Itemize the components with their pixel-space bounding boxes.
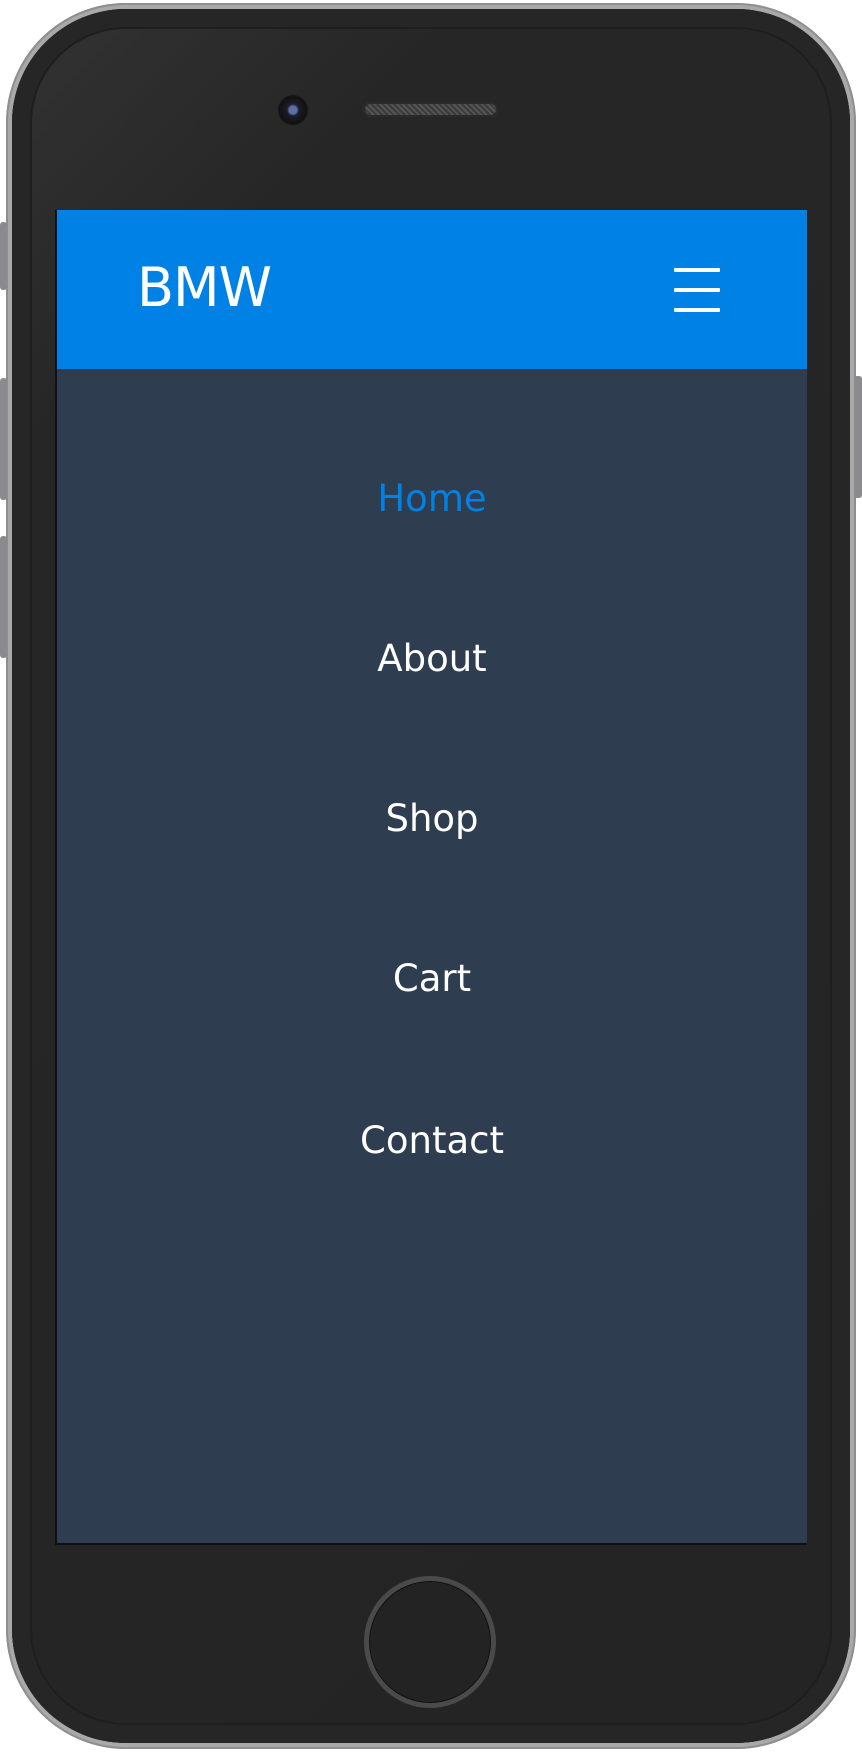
menu-item-cart[interactable]: Cart bbox=[57, 939, 807, 1019]
hamburger-icon[interactable] bbox=[674, 268, 720, 312]
brand-logo[interactable]: BMW bbox=[137, 253, 272, 323]
volume-down-button bbox=[0, 536, 7, 658]
hamburger-bar bbox=[674, 288, 720, 292]
speaker-grille-icon bbox=[363, 102, 498, 117]
hamburger-bar bbox=[674, 308, 720, 312]
front-camera-icon bbox=[278, 95, 308, 125]
mute-switch bbox=[0, 222, 7, 290]
menu-item-contact[interactable]: Contact bbox=[57, 1101, 807, 1181]
hamburger-bar bbox=[674, 268, 720, 272]
menu-item-about[interactable]: About bbox=[57, 619, 807, 699]
navbar: BMW bbox=[57, 210, 807, 369]
home-button-icon[interactable] bbox=[364, 1576, 496, 1708]
menu-item-shop[interactable]: Shop bbox=[57, 779, 807, 859]
power-button bbox=[854, 376, 862, 498]
menu-item-home[interactable]: Home bbox=[57, 459, 807, 539]
phone-screen: BMW Home About Shop Cart Contact bbox=[55, 210, 807, 1545]
volume-up-button bbox=[0, 378, 7, 500]
